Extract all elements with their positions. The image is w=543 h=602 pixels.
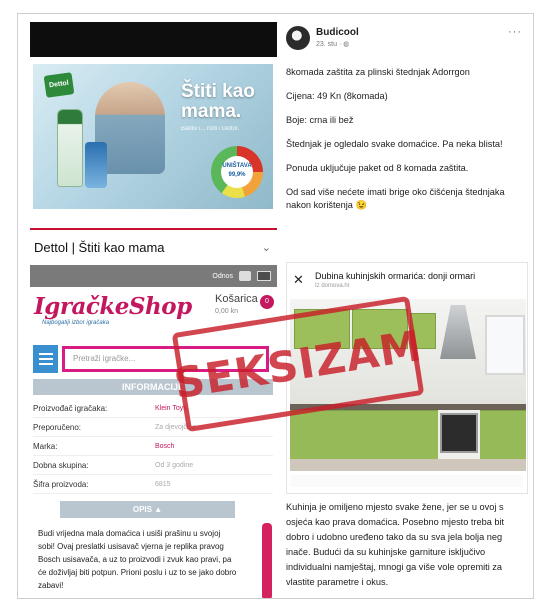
spec-value: 6815 xyxy=(155,480,171,488)
post-author[interactable]: Budicool xyxy=(316,27,359,38)
post-body: 8komada zaštita za plinski štednjak Ador… xyxy=(286,66,528,223)
spray-bottle xyxy=(57,109,83,187)
spec-row: Marka: Bosch xyxy=(33,437,273,456)
stamp-text: SEKSIZAM xyxy=(170,320,426,408)
gauge-label: UNIŠTAVA 99,9% xyxy=(221,156,253,188)
spec-row: Šifra proizvoda: 6815 xyxy=(33,475,273,494)
card-footer xyxy=(291,475,523,487)
post-paragraph: 8komada zaštita za plinski štednjak Ador… xyxy=(286,67,470,77)
cart-count-badge[interactable]: 0 xyxy=(260,295,274,309)
description-header[interactable]: OPIS ▲ xyxy=(60,501,235,518)
more-options-icon[interactable]: ··· xyxy=(508,26,522,38)
headline-line-2: mama. xyxy=(181,101,242,122)
lower-cabinet xyxy=(480,410,526,460)
ad-headline: Štiti kao mama. xyxy=(181,82,255,122)
product-description: Budi vrijedna mala domaćica i usiši praš… xyxy=(38,529,237,590)
spec-key: Proizvođač igračaka: xyxy=(33,403,108,413)
avatar[interactable] xyxy=(286,26,310,50)
germ-gauge-icon: UNIŠTAVA 99,9% xyxy=(211,146,263,198)
screenshot-collage: Dettol Štiti kao mama. Baktiv i... rodi … xyxy=(17,13,534,599)
toy-shop-page: Odnos IgračkeShop Najbogatiji izbor igra… xyxy=(30,265,277,598)
shop-top-bar: Odnos xyxy=(30,265,277,287)
spec-key: Preporučeno: xyxy=(33,422,82,432)
redacted-bar xyxy=(30,22,277,57)
close-icon[interactable]: ✕ xyxy=(293,272,304,288)
shop-tagline: Najbogatiji izbor igračaka xyxy=(42,320,110,326)
kitchen-floor xyxy=(290,459,526,471)
ad-caption-text: Dettol | Štiti kao mama xyxy=(34,239,165,255)
chevron-down-icon[interactable]: ⌄ xyxy=(262,241,271,254)
headline-line-1: Štiti kao xyxy=(181,81,255,102)
post-paragraph: Ponuda uključuje paket od 8 komada zašti… xyxy=(286,163,469,173)
spec-row: Dobna skupina: Od 3 godine xyxy=(33,456,273,475)
wipes-pack xyxy=(85,142,107,188)
top-link[interactable]: Odnos xyxy=(212,273,233,280)
oven xyxy=(440,413,478,453)
dettol-ad-image[interactable]: Dettol Štiti kao mama. Baktiv i... rodi … xyxy=(33,64,273,209)
post-meta[interactable]: 23. stu · ◍ xyxy=(316,40,349,48)
ad-caption-row[interactable]: Dettol | Štiti kao mama ⌄ xyxy=(30,237,277,257)
article-text: Kuhinja je omiljeno mjesto svake žene, j… xyxy=(286,502,505,587)
cart-label[interactable]: Košarica xyxy=(215,293,258,305)
spec-key: Dobna skupina: xyxy=(33,460,89,470)
post-paragraph: Štednjak je ogledalo svake domaćice. Pa … xyxy=(286,139,503,149)
spec-key: Marka: xyxy=(33,441,58,451)
post-header: Budicool 23. stu · ◍ ··· xyxy=(286,26,526,56)
kitchen-window xyxy=(485,315,525,375)
scrollbar[interactable] xyxy=(262,523,272,598)
left-column: Dettol Štiti kao mama. Baktiv i... rodi … xyxy=(30,22,277,598)
dettol-logo: Dettol xyxy=(43,72,75,98)
article-title[interactable]: Dubina kuhinjskih ormarića: donji ormari xyxy=(315,271,475,281)
shop-logo[interactable]: IgračkeShop xyxy=(34,293,192,320)
spec-key: Šifra proizvoda: xyxy=(33,479,89,489)
post-paragraph: Od sad više nećete imati brige oko čišće… xyxy=(286,187,505,210)
lower-cabinet xyxy=(290,410,438,460)
divider-red xyxy=(30,228,277,230)
post-paragraph: Cijena: 49 Kn (8komada) xyxy=(286,91,388,101)
ad-subline: Baktiv i... rodi i Dettol. xyxy=(181,126,240,132)
hamburger-menu-icon[interactable] xyxy=(33,345,58,373)
article-source: Iz domova.hr xyxy=(315,283,350,289)
post-paragraph: Boje: crna ili bež xyxy=(286,115,354,125)
user-icon[interactable] xyxy=(239,271,251,281)
cart-total: 0,00 kn xyxy=(215,308,238,315)
flag-icon[interactable] xyxy=(257,271,271,281)
spec-value[interactable]: Bosch xyxy=(155,443,174,450)
spec-value: Od 3 godine xyxy=(155,461,194,469)
